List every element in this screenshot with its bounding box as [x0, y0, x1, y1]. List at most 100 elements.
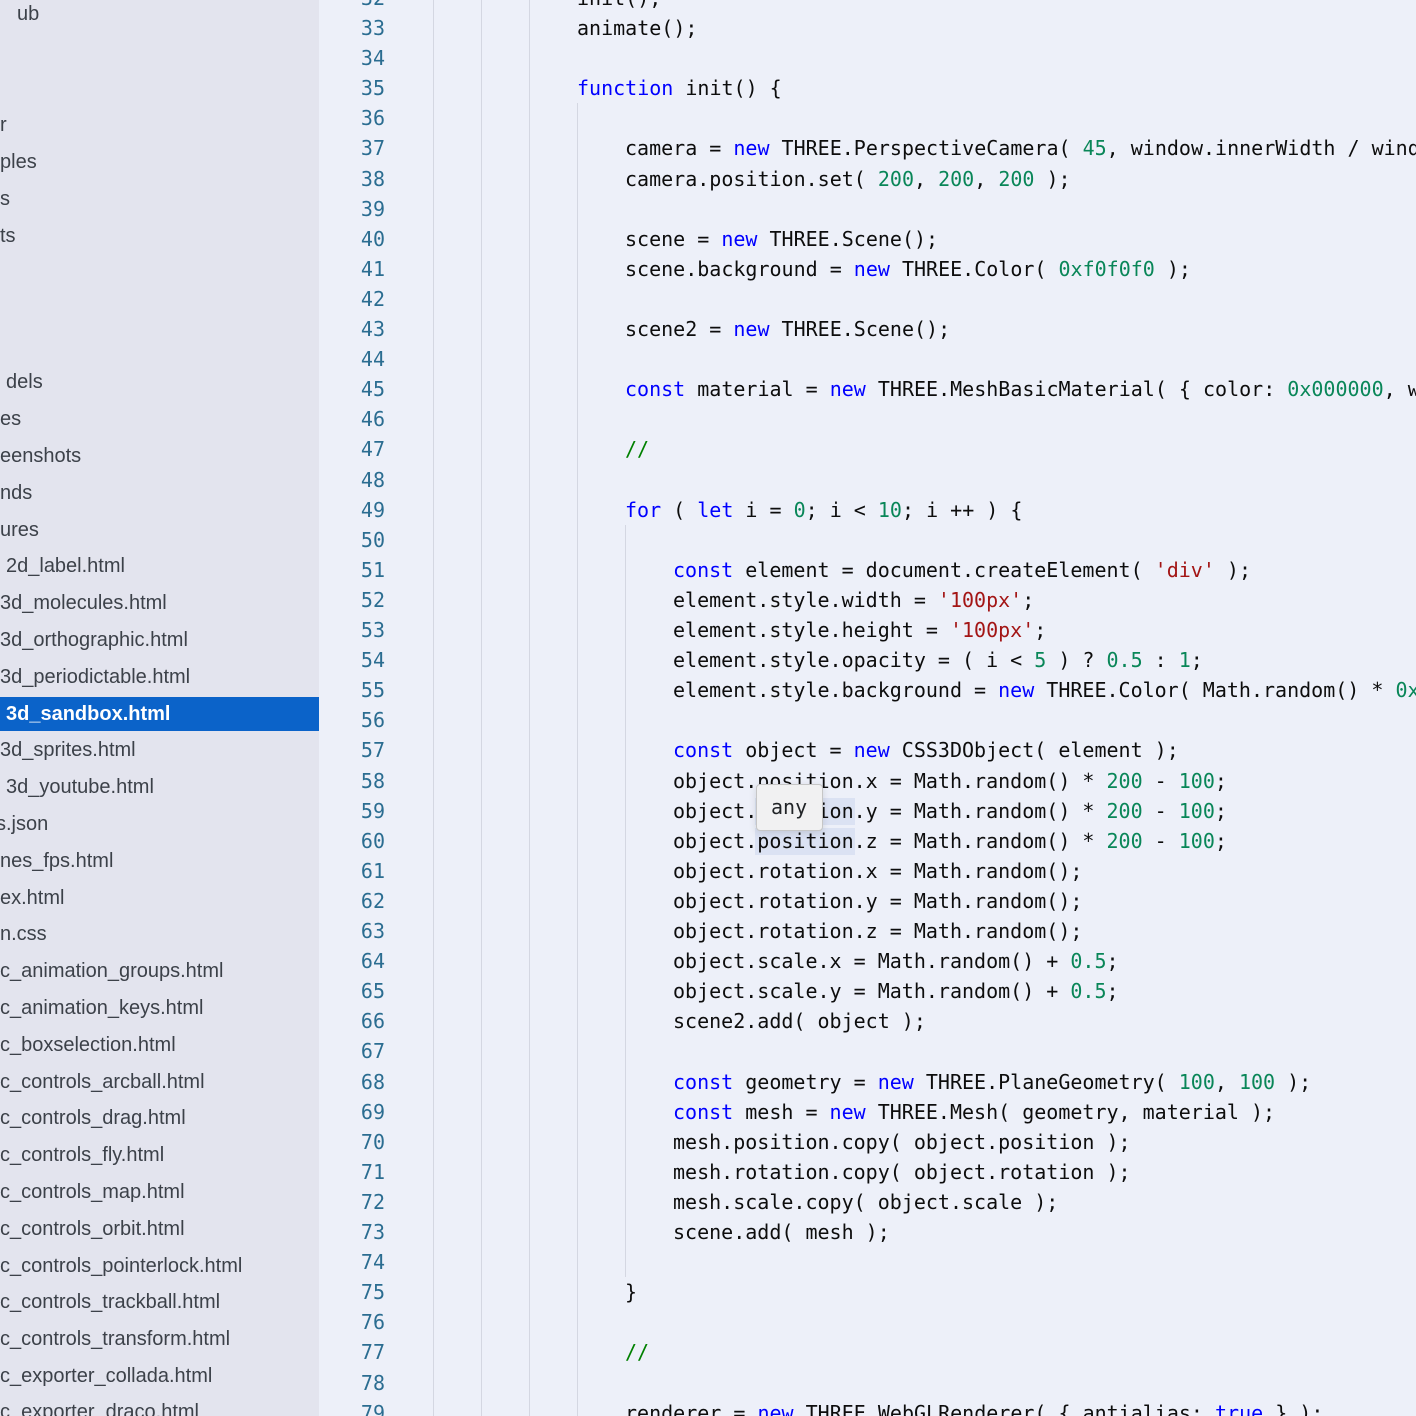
line-number[interactable]: 53 — [319, 615, 385, 645]
file-tree-item[interactable]: c_controls_map.html — [0, 1174, 185, 1210]
code-line[interactable]: 47// — [319, 434, 1416, 464]
code-line[interactable]: 63object.rotation.z = Math.random(); — [319, 916, 1416, 946]
file-tree-item[interactable]: c_animation_keys.html — [0, 990, 203, 1026]
line-number[interactable]: 78 — [319, 1368, 385, 1398]
code-line[interactable]: 65object.scale.y = Math.random() + 0.5; — [319, 976, 1416, 1006]
line-number[interactable]: 34 — [319, 43, 385, 73]
line-number[interactable]: 49 — [319, 495, 385, 525]
file-tree-item[interactable]: r — [0, 107, 7, 143]
code-line[interactable]: 62object.rotation.y = Math.random(); — [319, 886, 1416, 916]
file-tree-item[interactable]: c_exporter_draco.html — [0, 1394, 199, 1416]
code-line[interactable]: 78 — [319, 1368, 1416, 1398]
line-number[interactable]: 68 — [319, 1067, 385, 1097]
code-line[interactable]: 56 — [319, 705, 1416, 735]
file-tree-item[interactable]: es — [0, 401, 21, 437]
code-line[interactable]: 52element.style.width = '100px'; — [319, 585, 1416, 615]
line-number[interactable]: 43 — [319, 314, 385, 344]
file-tree-item[interactable]: eenshots — [0, 438, 81, 474]
line-number[interactable]: 47 — [319, 434, 385, 464]
code-line[interactable]: 48 — [319, 465, 1416, 495]
file-tree-item[interactable]: c_controls_pointerlock.html — [0, 1248, 242, 1284]
file-tree-item[interactable]: 2d_label.html — [6, 548, 125, 584]
file-tree-item[interactable]: ures — [0, 512, 39, 548]
file-tree-item[interactable]: s.json — [0, 806, 48, 842]
line-number[interactable]: 67 — [319, 1036, 385, 1066]
line-number[interactable]: 48 — [319, 465, 385, 495]
code-line[interactable]: 43scene2 = new THREE.Scene(); — [319, 314, 1416, 344]
line-number[interactable]: 33 — [319, 13, 385, 43]
file-tree-item[interactable]: c_controls_orbit.html — [0, 1211, 185, 1247]
code-line[interactable]: 77// — [319, 1337, 1416, 1367]
code-line[interactable]: 68const geometry = new THREE.PlaneGeomet… — [319, 1067, 1416, 1097]
code-line[interactable]: 53element.style.height = '100px'; — [319, 615, 1416, 645]
line-number[interactable]: 62 — [319, 886, 385, 916]
code-line[interactable]: 69const mesh = new THREE.Mesh( geometry,… — [319, 1097, 1416, 1127]
code-line[interactable]: 46 — [319, 404, 1416, 434]
file-tree-item[interactable]: c_controls_fly.html — [0, 1137, 164, 1173]
code-line[interactable]: 44 — [319, 344, 1416, 374]
code-line[interactable]: 36 — [319, 103, 1416, 133]
code-line[interactable]: 66scene2.add( object ); — [319, 1006, 1416, 1036]
line-number[interactable]: 58 — [319, 766, 385, 796]
line-number[interactable]: 51 — [319, 555, 385, 585]
line-number[interactable]: 57 — [319, 735, 385, 765]
code-line[interactable]: 71mesh.rotation.copy( object.rotation ); — [319, 1157, 1416, 1187]
file-tree-item[interactable]: c_controls_trackball.html — [0, 1284, 220, 1320]
line-number[interactable]: 71 — [319, 1157, 385, 1187]
line-number[interactable]: 65 — [319, 976, 385, 1006]
line-number[interactable]: 46 — [319, 404, 385, 434]
line-number[interactable]: 56 — [319, 705, 385, 735]
line-number[interactable]: 73 — [319, 1217, 385, 1247]
line-number[interactable]: 70 — [319, 1127, 385, 1157]
code-line[interactable]: 79renderer = new THREE.WebGLRenderer( { … — [319, 1398, 1416, 1416]
file-tree-item[interactable]: c_exporter_collada.html — [0, 1358, 212, 1394]
file-tree-item[interactable]: ts — [0, 218, 16, 254]
file-tree-item[interactable]: ex.html — [0, 880, 64, 916]
code-line[interactable]: 49for ( let i = 0; i < 10; i ++ ) { — [319, 495, 1416, 525]
file-tree-item[interactable]: c_animation_groups.html — [0, 953, 223, 989]
code-line[interactable]: 42 — [319, 284, 1416, 314]
line-number[interactable]: 72 — [319, 1187, 385, 1217]
file-tree-item[interactable]: 3d_sprites.html — [0, 732, 136, 768]
code-line[interactable]: 57const object = new CSS3DObject( elemen… — [319, 735, 1416, 765]
file-tree-item[interactable]: n.css — [0, 916, 47, 952]
line-number[interactable]: 32 — [319, 0, 385, 13]
code-line[interactable]: 32init(); — [319, 0, 1416, 13]
line-number[interactable]: 41 — [319, 254, 385, 284]
file-tree-item[interactable]: c_controls_arcball.html — [0, 1064, 205, 1100]
code-line[interactable]: 60object.position.z = Math.random() * 20… — [319, 826, 1416, 856]
code-line[interactable]: 39 — [319, 194, 1416, 224]
code-line[interactable]: 70mesh.position.copy( object.position ); — [319, 1127, 1416, 1157]
file-tree-item[interactable]: nds — [0, 475, 32, 511]
line-number[interactable]: 44 — [319, 344, 385, 374]
code-line[interactable]: 59object.position.y = Math.random() * 20… — [319, 796, 1416, 826]
code-line[interactable]: 38camera.position.set( 200, 200, 200 ); — [319, 164, 1416, 194]
line-number[interactable]: 66 — [319, 1006, 385, 1036]
line-number[interactable]: 50 — [319, 525, 385, 555]
line-number[interactable]: 39 — [319, 194, 385, 224]
line-number[interactable]: 69 — [319, 1097, 385, 1127]
line-number[interactable]: 74 — [319, 1247, 385, 1277]
code-line[interactable]: 40scene = new THREE.Scene(); — [319, 224, 1416, 254]
line-number[interactable]: 61 — [319, 856, 385, 886]
code-line[interactable]: 51const element = document.createElement… — [319, 555, 1416, 585]
line-number[interactable]: 38 — [319, 164, 385, 194]
line-number[interactable]: 42 — [319, 284, 385, 314]
file-tree-item[interactable]: c_controls_transform.html — [0, 1321, 230, 1357]
code-line[interactable]: 73scene.add( mesh ); — [319, 1217, 1416, 1247]
code-line[interactable]: 45const material = new THREE.MeshBasicMa… — [319, 374, 1416, 404]
file-tree-item[interactable]: 3d_sandbox.html — [6, 696, 170, 732]
code-line[interactable]: 75} — [319, 1277, 1416, 1307]
line-number[interactable]: 76 — [319, 1307, 385, 1337]
code-line[interactable]: 37camera = new THREE.PerspectiveCamera( … — [319, 133, 1416, 163]
file-tree-item[interactable]: c_controls_drag.html — [0, 1100, 186, 1136]
code-line[interactable]: 61object.rotation.x = Math.random(); — [319, 856, 1416, 886]
code-line[interactable]: 64object.scale.x = Math.random() + 0.5; — [319, 946, 1416, 976]
code-line[interactable]: 33animate(); — [319, 13, 1416, 43]
code-line[interactable]: 76 — [319, 1307, 1416, 1337]
line-number[interactable]: 45 — [319, 374, 385, 404]
code-line[interactable]: 67 — [319, 1036, 1416, 1066]
code-line[interactable]: 55element.style.background = new THREE.C… — [319, 675, 1416, 705]
file-tree-item[interactable]: 3d_periodictable.html — [0, 659, 190, 695]
file-tree-item[interactable]: 3d_youtube.html — [6, 769, 154, 805]
